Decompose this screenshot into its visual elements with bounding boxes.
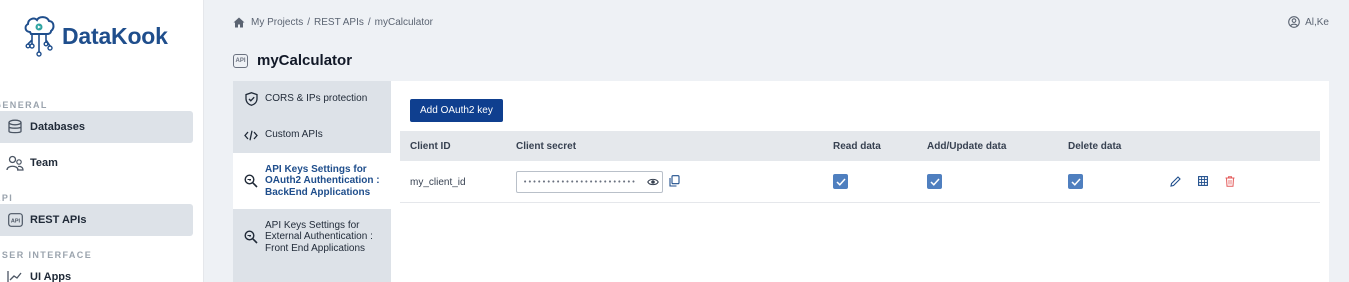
breadcrumb-rest-apis[interactable]: REST APIs xyxy=(314,17,364,28)
menu-item-custom-apis[interactable]: Custom APIs xyxy=(233,117,391,153)
grid-icon[interactable] xyxy=(1198,176,1208,189)
column-header-read-data: Read data xyxy=(833,141,881,152)
code-icon xyxy=(243,130,259,141)
read-data-checkbox[interactable] xyxy=(833,174,848,189)
section-label-general: GENERAL xyxy=(0,100,48,110)
trash-icon[interactable] xyxy=(1225,176,1235,190)
home-icon[interactable] xyxy=(233,17,245,28)
sidebar-item-label: Databases xyxy=(30,121,86,133)
sidebar-item-databases[interactable]: Databases xyxy=(0,111,193,143)
column-header-client-secret: Client secret xyxy=(516,141,577,152)
add-update-data-checkbox[interactable] xyxy=(927,174,942,189)
menu-item-cors[interactable]: CORS & IPs protection xyxy=(233,81,391,117)
shield-icon xyxy=(243,92,259,106)
settings-menu: CORS & IPs protection Custom APIs API Ke… xyxy=(233,81,391,282)
page-title: API myCalculator xyxy=(233,52,352,69)
menu-item-label: Custom APIs xyxy=(265,129,323,141)
column-header-delete-data: Delete data xyxy=(1068,141,1122,152)
user-icon xyxy=(1288,16,1300,28)
sidebar-item-label: Team xyxy=(30,157,58,169)
page-title-text: myCalculator xyxy=(257,52,353,69)
app-logo[interactable]: DataKook xyxy=(22,14,168,58)
chart-icon xyxy=(6,268,24,282)
sidebar-item-label: UI Apps xyxy=(30,271,72,282)
sidebar-item-team[interactable]: Team xyxy=(0,147,193,179)
app-name: DataKook xyxy=(62,22,168,49)
breadcrumb-separator: / xyxy=(307,17,311,28)
check-icon xyxy=(1070,177,1081,186)
column-header-add-update-data: Add/Update data xyxy=(927,141,1007,152)
breadcrumb: My Projects / REST APIs / myCalculator xyxy=(233,17,433,28)
check-icon xyxy=(929,177,940,186)
sidebar-item-label: REST APIs xyxy=(30,214,87,226)
edit-icon[interactable] xyxy=(1170,176,1181,190)
menu-item-oauth2-backend[interactable]: API Keys Settings for OAuth2 Authenticat… xyxy=(233,153,391,209)
team-icon xyxy=(6,154,24,172)
sidebar: DataKook GENERAL Databases Team API API … xyxy=(0,0,204,282)
breadcrumb-current: myCalculator xyxy=(374,17,433,28)
api-badge-icon: API xyxy=(233,53,248,68)
content-panel: Add OAuth2 key Client ID Client secret R… xyxy=(391,81,1329,282)
table-row: my_client_id •••••••••••••••••••••••• xyxy=(400,161,1320,203)
sidebar-item-rest-apis[interactable]: API REST APIs xyxy=(0,204,193,236)
delete-data-checkbox[interactable] xyxy=(1068,174,1083,189)
client-id-value: my_client_id xyxy=(410,177,466,188)
api-icon: API xyxy=(6,211,24,229)
client-secret-field[interactable]: •••••••••••••••••••••••• xyxy=(516,171,663,193)
copy-icon[interactable] xyxy=(669,175,680,190)
key-search-icon xyxy=(243,230,259,244)
table-header: Client ID Client secret Read data Add/Up… xyxy=(400,131,1320,161)
menu-item-label: API Keys Settings for OAuth2 Authenticat… xyxy=(265,163,380,198)
add-oauth2-key-button[interactable]: Add OAuth2 key xyxy=(410,99,503,122)
user-name: Al,Ke xyxy=(1305,16,1329,28)
column-header-client-id: Client ID xyxy=(410,141,451,152)
logo-icon xyxy=(24,16,55,57)
client-secret-value: •••••••••••••••••••••••• xyxy=(523,178,637,186)
breadcrumb-separator: / xyxy=(367,17,371,28)
user-menu[interactable]: Al,Ke xyxy=(1288,16,1329,28)
menu-item-label: CORS & IPs protection xyxy=(265,93,368,105)
svg-text:API: API xyxy=(10,219,20,225)
database-icon xyxy=(6,118,24,136)
eye-icon[interactable] xyxy=(647,176,659,190)
breadcrumb-my-projects[interactable]: My Projects xyxy=(251,17,303,28)
check-icon xyxy=(835,177,846,186)
key-search-icon xyxy=(243,174,259,188)
section-label-user-interface: USER INTERFACE xyxy=(0,250,93,260)
sidebar-item-ui-apps[interactable]: UI Apps xyxy=(0,261,193,282)
section-label-api: API xyxy=(0,193,14,203)
menu-item-label: API Keys Settings for External Authentic… xyxy=(265,219,373,254)
menu-item-external-frontend[interactable]: API Keys Settings for External Authentic… xyxy=(233,209,391,265)
